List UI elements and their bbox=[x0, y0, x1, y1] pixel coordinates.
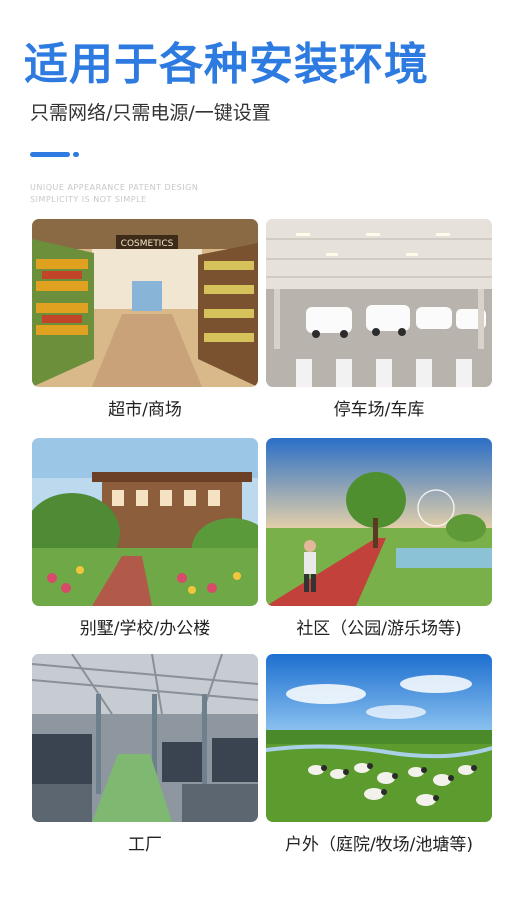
park-photo bbox=[266, 438, 492, 606]
scene-card-supermarket: COSMETICS 超市/商场 bbox=[32, 219, 258, 420]
scene-card-pasture: 户外（庭院/牧场/池塘等) bbox=[266, 654, 492, 855]
scene-caption: 工厂 bbox=[128, 835, 162, 855]
accent-divider bbox=[30, 152, 70, 157]
scene-caption: 停车场/车库 bbox=[333, 400, 425, 420]
accent-divider-dot bbox=[73, 152, 79, 157]
supermarket-photo: COSMETICS bbox=[32, 219, 258, 387]
watermark-line-1: UNIQUE APPEARANCE PATENT DESIGN bbox=[30, 183, 199, 192]
pasture-photo bbox=[266, 654, 492, 822]
scene-card-parking: 停车场/车库 bbox=[266, 219, 492, 420]
page-subtitle: 只需网络/只需电源/一键设置 bbox=[30, 102, 271, 124]
scene-caption: 超市/商场 bbox=[108, 400, 182, 420]
villa-photo bbox=[32, 438, 258, 606]
scene-card-park: 社区（公园/游乐场等) bbox=[266, 438, 492, 639]
factory-photo bbox=[32, 654, 258, 822]
scene-caption: 户外（庭院/牧场/池塘等) bbox=[284, 835, 474, 855]
parking-garage-photo bbox=[266, 219, 492, 387]
scene-caption: 别墅/学校/办公楼 bbox=[79, 619, 211, 639]
page-title: 适用于各种安装环境 bbox=[24, 39, 429, 90]
scene-caption: 社区（公园/游乐场等) bbox=[296, 619, 462, 639]
store-sign-text: COSMETICS bbox=[121, 239, 174, 249]
watermark-line-2: SIMPLICITY IS NOT SIMPLE bbox=[30, 195, 147, 204]
scene-card-factory: 工厂 bbox=[32, 654, 258, 855]
watermark-text: UNIQUE APPEARANCE PATENT DESIGN SIMPLICI… bbox=[30, 182, 198, 206]
scene-card-villa: 别墅/学校/办公楼 bbox=[32, 438, 258, 639]
